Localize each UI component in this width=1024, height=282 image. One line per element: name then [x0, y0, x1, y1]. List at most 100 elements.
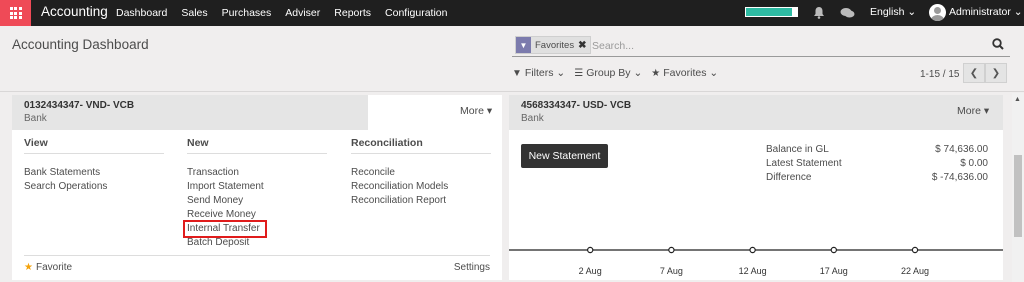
chevron-left-icon: ❮ [969, 67, 979, 79]
caret-down-icon: ▾ [486, 105, 493, 117]
search-bar: ▼ Favorites ✖ [512, 35, 1010, 57]
filter-icon: ▼ [512, 67, 522, 79]
link-reconciliation-models[interactable]: Reconciliation Models [351, 180, 491, 194]
favorites-label: Favorites [663, 67, 707, 79]
app-brand[interactable]: Accounting [41, 4, 108, 19]
new-heading: New [187, 137, 327, 154]
balance-label[interactable]: Balance in GL [766, 143, 829, 157]
new-statement-button[interactable]: New Statement [521, 144, 608, 168]
balance-line-chart: 2 Aug 7 Aug 12 Aug 17 Aug 22 Aug [509, 246, 1003, 276]
more-dropdown[interactable]: More ▾ [460, 105, 492, 117]
chevron-down-icon: ⌄ [633, 67, 643, 79]
facet-label: Favorites [535, 39, 575, 51]
group-by-button[interactable]: ☰ Group By ⌄ [574, 67, 642, 79]
settings-link[interactable]: Settings [454, 262, 490, 273]
journal-card-usd: 4568334347- USD- VCB Bank More ▾ New Sta… [509, 95, 1003, 280]
top-navbar: Accounting Dashboard Sales Purchases Adv… [0, 0, 1024, 26]
filter-icon: ▼ [516, 37, 531, 53]
search-input[interactable] [592, 37, 972, 55]
chat-icon[interactable] [840, 7, 855, 19]
menu-reports[interactable]: Reports [334, 7, 371, 19]
journal-type: Bank [521, 113, 544, 124]
view-column: View Bank Statements Search Operations [24, 137, 164, 194]
grid-icon [9, 7, 22, 19]
close-icon[interactable]: ✖ [578, 40, 590, 51]
search-icon[interactable] [992, 38, 1004, 50]
link-reconcile[interactable]: Reconcile [351, 166, 491, 180]
x-tick-label: 17 Aug [820, 266, 848, 276]
data-point [586, 246, 594, 254]
pager-next[interactable]: ❯ [985, 63, 1007, 83]
user-name: Administrator [949, 6, 1011, 18]
scrollbar[interactable]: ▲ [1012, 93, 1024, 282]
favorites-button[interactable]: ★ Favorites ⌄ [651, 67, 718, 79]
data-point [668, 246, 675, 254]
apps-menu-button[interactable] [0, 0, 31, 26]
link-send-money[interactable]: Send Money [187, 194, 327, 208]
language-selector[interactable]: English ⌄ [870, 6, 916, 18]
data-point [830, 246, 837, 254]
more-label: More [957, 105, 981, 117]
user-menu[interactable]: Administrator ⌄ [949, 6, 1023, 18]
pager-previous[interactable]: ❮ [963, 63, 985, 83]
link-reconciliation-report[interactable]: Reconciliation Report [351, 194, 491, 208]
filters-button[interactable]: ▼ Filters ⌄ [512, 67, 565, 79]
x-tick-label: 7 Aug [660, 266, 683, 276]
caret-down-icon: ▾ [983, 105, 990, 117]
card-header[interactable]: 0132434347- VND- VCB Bank [12, 95, 368, 130]
card-footer: ★ Favorite Settings [24, 255, 490, 280]
main-menu: Dashboard Sales Purchases Adviser Report… [116, 0, 462, 26]
chevron-down-icon: ⌄ [556, 67, 566, 79]
star-icon: ★ [651, 67, 661, 79]
journal-title[interactable]: 0132434347- VND- VCB [24, 100, 134, 111]
list-icon: ☰ [574, 67, 584, 79]
pager-value[interactable]: 1-15 / 15 [920, 69, 959, 80]
bell-icon[interactable] [813, 6, 825, 19]
balance-row: Difference $ -74,636.00 [766, 171, 988, 185]
journal-type: Bank [24, 113, 47, 124]
group-by-label: Group By [586, 67, 631, 79]
balance-value: $ -74,636.00 [931, 172, 988, 183]
language-label: English [870, 6, 905, 18]
more-label: More [460, 105, 484, 117]
link-receive-money[interactable]: Receive Money [187, 208, 327, 222]
progress-bar [745, 7, 798, 17]
balance-value: $ 74,636.00 [935, 144, 988, 155]
menu-dashboard[interactable]: Dashboard [116, 7, 167, 19]
balance-row: Latest Statement $ 0.00 [766, 157, 988, 171]
search-facet: ▼ Favorites ✖ [515, 36, 592, 54]
x-tick-label: 2 Aug [579, 266, 602, 276]
favorite-label: Favorite [35, 262, 73, 273]
avatar[interactable] [929, 4, 946, 21]
chevron-down-icon: ⌄ [1013, 6, 1023, 18]
balance-row: Balance in GL $ 74,636.00 [766, 143, 988, 157]
balance-summary: Balance in GL $ 74,636.00 Latest Statemen… [766, 143, 988, 185]
menu-sales[interactable]: Sales [181, 7, 207, 19]
data-point [911, 246, 919, 254]
more-dropdown[interactable]: More ▾ [957, 105, 989, 117]
journal-title[interactable]: 4568334347- USD- VCB [521, 100, 631, 111]
scroll-thumb[interactable] [1014, 155, 1022, 237]
dashboard-content: 0132434347- VND- VCB Bank More ▾ View Ba… [0, 93, 1012, 282]
star-icon: ★ [24, 262, 33, 273]
balance-label[interactable]: Latest Statement [766, 157, 842, 171]
card-header[interactable]: 4568334347- USD- VCB Bank [509, 95, 1003, 130]
reconciliation-heading: Reconciliation [351, 137, 491, 154]
link-internal-transfer[interactable]: Internal Transfer [183, 220, 267, 238]
menu-adviser[interactable]: Adviser [285, 7, 320, 19]
page-title: Accounting Dashboard [12, 37, 149, 52]
new-column: New Transaction Import Statement Send Mo… [183, 137, 327, 250]
menu-purchases[interactable]: Purchases [222, 7, 272, 19]
link-import-statement[interactable]: Import Statement [187, 180, 327, 194]
link-search-operations[interactable]: Search Operations [24, 180, 164, 194]
menu-configuration[interactable]: Configuration [385, 7, 447, 19]
link-transaction[interactable]: Transaction [187, 166, 327, 180]
chevron-down-icon: ⌄ [907, 6, 917, 18]
control-panel: Accounting Dashboard ▼ Favorites ✖ ▼Filt… [0, 26, 1024, 92]
scroll-up-icon[interactable]: ▲ [1014, 96, 1021, 103]
favorite-toggle[interactable]: ★ Favorite [24, 262, 72, 273]
balance-label[interactable]: Difference [766, 171, 811, 185]
link-batch-deposit[interactable]: Batch Deposit [187, 236, 327, 250]
x-tick-label: 12 Aug [739, 266, 767, 276]
link-bank-statements[interactable]: Bank Statements [24, 166, 164, 180]
